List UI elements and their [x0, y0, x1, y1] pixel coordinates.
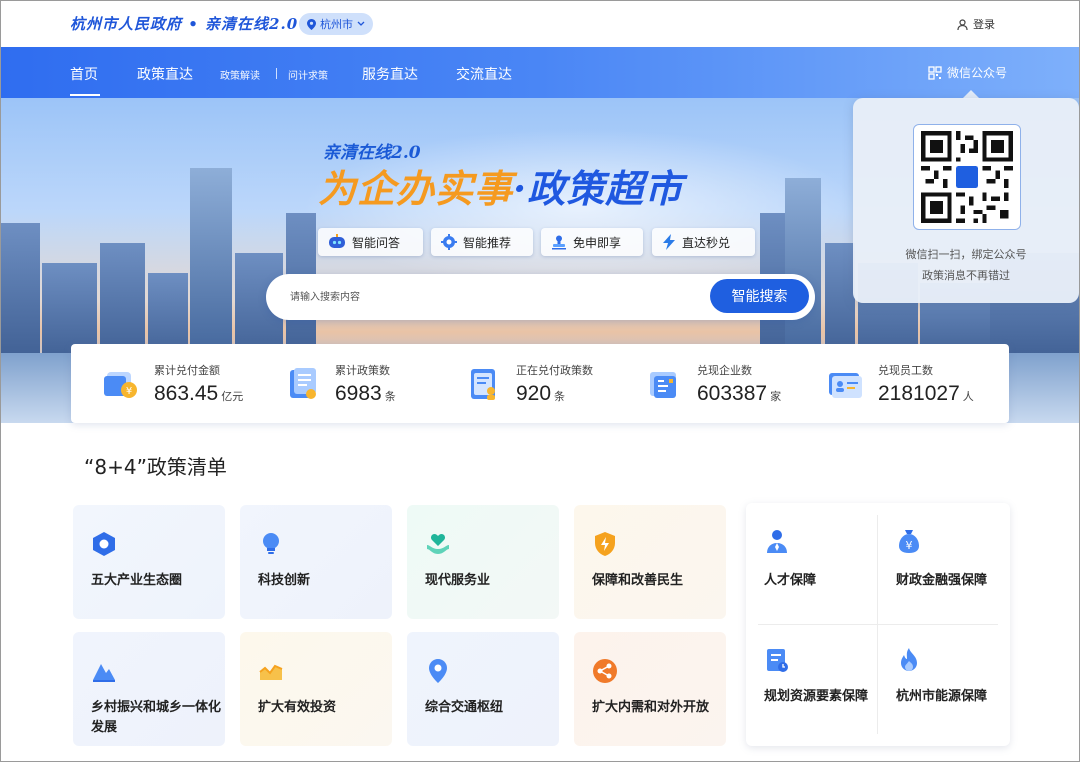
window-frame: [0, 0, 1080, 762]
